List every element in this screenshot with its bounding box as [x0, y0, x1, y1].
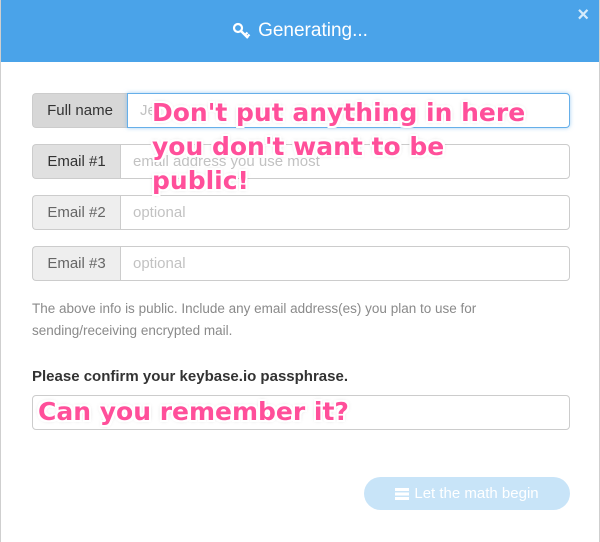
key-icon — [232, 22, 251, 39]
close-button[interactable]: × — [577, 4, 589, 26]
email-3-label: Email #3 — [32, 246, 120, 281]
public-warning-annotation: Don't put anything in here you don't wan… — [152, 98, 526, 195]
let-the-math-begin-button[interactable]: Let the math begin — [364, 477, 570, 510]
remember-annotation: Can you remember it? — [38, 397, 349, 426]
generating-modal: Generating... × Full name Je Email #1 em… — [0, 0, 600, 542]
email-2-input[interactable]: optional — [120, 195, 570, 230]
modal-header: Generating... — [1, 0, 599, 62]
public-info-help-text: The above info is public. Include any em… — [32, 301, 477, 338]
email-1-label: Email #1 — [32, 144, 120, 179]
full-name-label: Full name — [32, 93, 127, 128]
modal-title: Generating... — [258, 20, 368, 41]
list-icon — [395, 487, 410, 500]
email-3-row: Email #3 optional — [32, 246, 570, 281]
email-2-row: Email #2 optional — [32, 195, 570, 230]
email-2-label: Email #2 — [32, 195, 120, 230]
email-3-input[interactable]: optional — [120, 246, 570, 281]
submit-label: Let the math begin — [414, 485, 539, 502]
passphrase-confirm-label: Please confirm your keybase.io passphras… — [32, 368, 348, 385]
